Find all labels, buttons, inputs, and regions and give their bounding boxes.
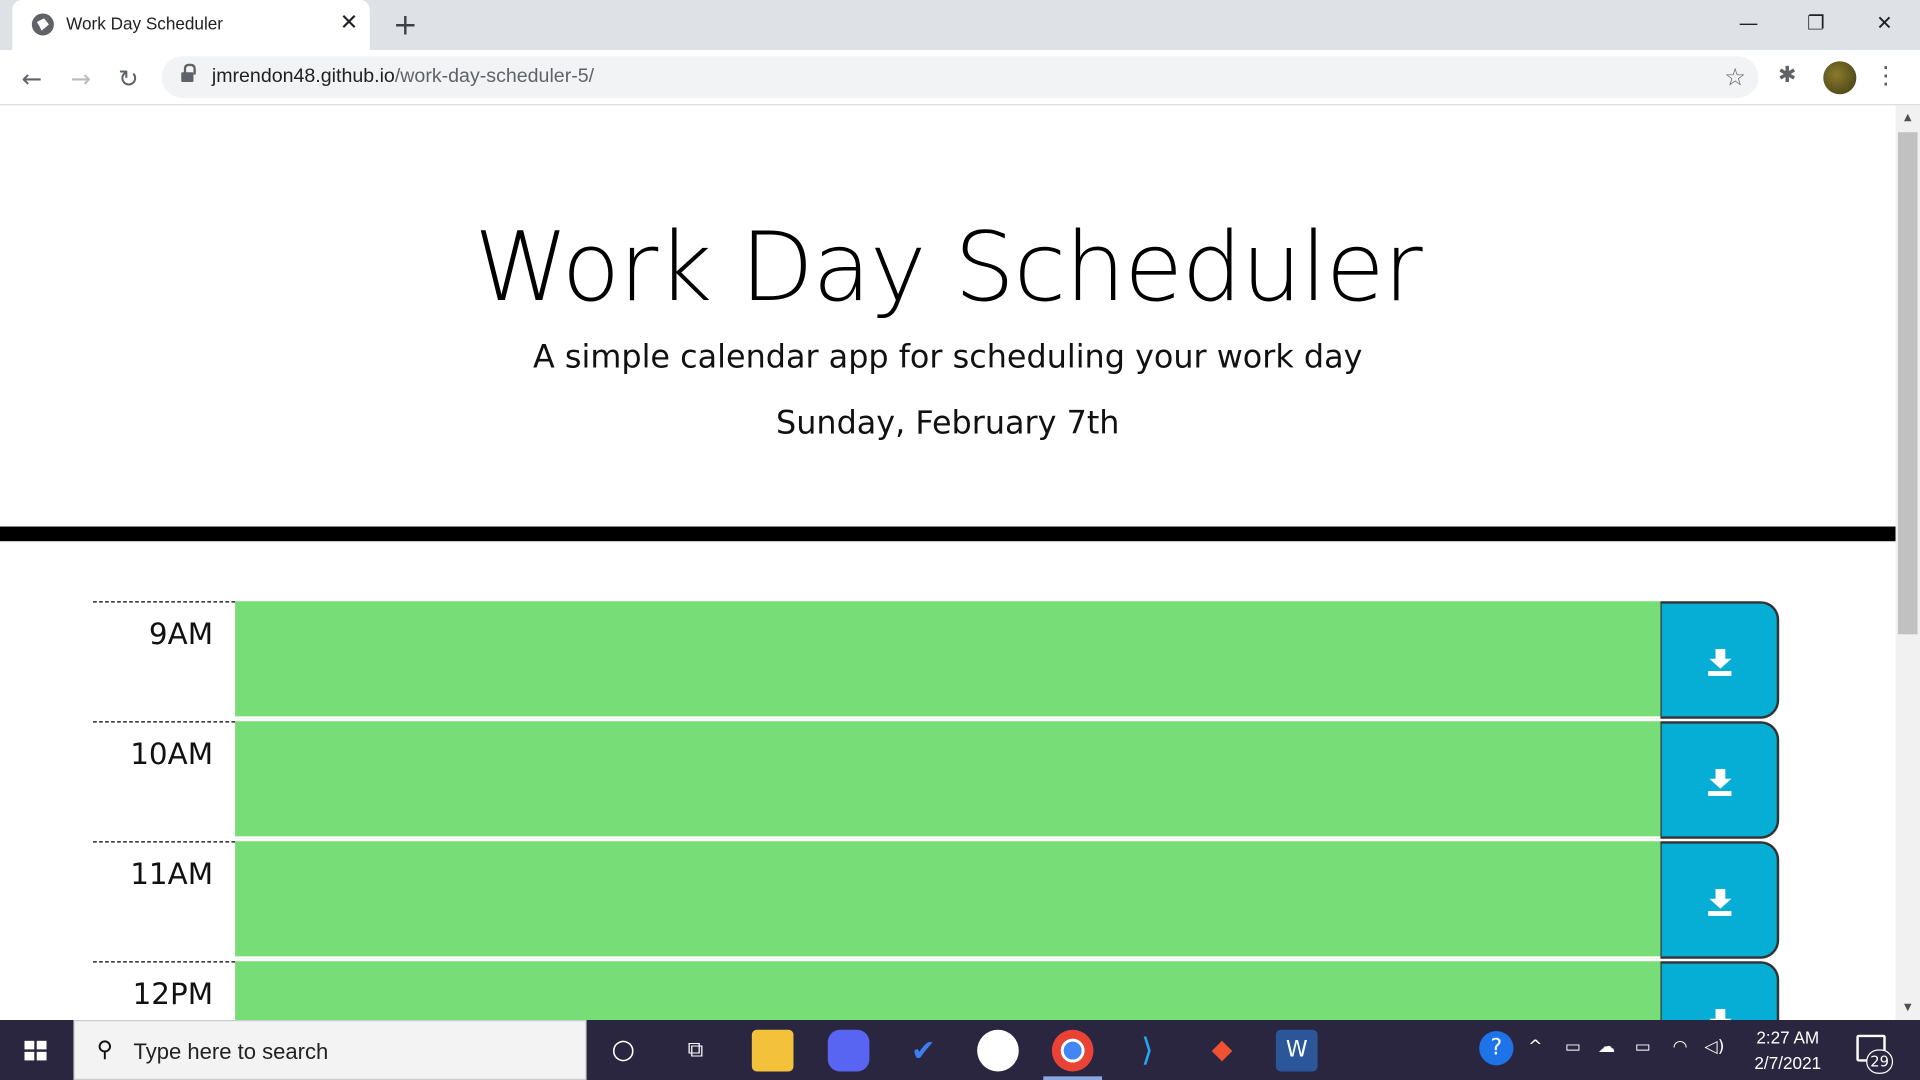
scroll-thumb[interactable] xyxy=(1897,132,1918,635)
vscode-icon[interactable]: ⟩ xyxy=(1127,1030,1169,1072)
save-button[interactable] xyxy=(1660,841,1780,959)
scroll-up-icon[interactable]: ▲ xyxy=(1896,108,1920,128)
page-viewport: Work Day Scheduler A simple calendar app… xyxy=(0,105,1896,1021)
event-textarea[interactable] xyxy=(235,961,1661,1021)
start-button[interactable] xyxy=(0,1020,71,1080)
hour-label: 11AM xyxy=(93,841,236,961)
system-clock[interactable]: 2:27 AM 2/7/2021 xyxy=(1745,1025,1831,1076)
word-icon[interactable]: W xyxy=(1275,1029,1318,1072)
bookmark-star-icon[interactable]: ☆ xyxy=(1724,62,1746,91)
tab-strip: Work Day Scheduler ✕ + — ❐ ✕ xyxy=(0,0,1920,51)
jumbotron: Work Day Scheduler A simple calendar app… xyxy=(0,105,1896,542)
url-text[interactable]: jmrendon48.github.io/work-day-scheduler-… xyxy=(212,66,594,88)
time-block: 11AM xyxy=(93,841,1780,961)
address-bar[interactable]: jmrendon48.github.io/work-day-scheduler-… xyxy=(161,56,1759,98)
clock-time: 2:27 AM xyxy=(1756,1027,1820,1047)
time-block: 9AM xyxy=(93,601,1780,721)
tab-close-icon[interactable]: ✕ xyxy=(336,10,363,37)
hour-label: 9AM xyxy=(93,601,236,721)
hour-label: 12PM xyxy=(93,961,236,1020)
search-icon: ⚲ xyxy=(96,1037,113,1063)
file-explorer-icon[interactable] xyxy=(751,1029,794,1072)
save-button[interactable] xyxy=(1660,961,1780,1021)
chevron-up-icon[interactable]: ^ xyxy=(1528,1037,1542,1057)
browser-tab[interactable]: Work Day Scheduler ✕ xyxy=(12,0,370,51)
todo-icon[interactable]: ✔ xyxy=(902,1030,944,1072)
time-block: 12PM xyxy=(93,961,1780,1021)
save-button[interactable] xyxy=(1660,721,1780,839)
notification-badge: 29 xyxy=(1866,1049,1894,1074)
minimize-button[interactable]: — xyxy=(1720,5,1776,42)
lock-icon xyxy=(181,63,196,84)
tab-title: Work Day Scheduler xyxy=(66,13,224,34)
page-scrollbar[interactable]: ▲ ▼ xyxy=(1895,105,1920,1021)
git-icon[interactable]: ◆ xyxy=(1201,1030,1243,1072)
globe-icon xyxy=(31,13,54,36)
new-tab-button[interactable]: + xyxy=(389,9,421,41)
wifi-icon[interactable]: ◠ xyxy=(1673,1037,1688,1057)
taskbar: ⚲ Type here to search ○ ⧉ ✔ ⟩ ◆ W ? ^ ▭ … xyxy=(0,1020,1920,1080)
save-button[interactable] xyxy=(1660,601,1780,719)
slack-icon[interactable] xyxy=(977,1029,1019,1072)
profile-avatar[interactable] xyxy=(1823,61,1857,95)
browser-toolbar: ← → ↻ jmrendon48.github.io/work-day-sche… xyxy=(0,50,1920,106)
meet-icon[interactable]: ▭ xyxy=(1565,1037,1581,1057)
extensions-icon[interactable]: ✱ xyxy=(1778,62,1796,88)
active-app-indicator xyxy=(1043,1076,1103,1080)
hour-label: 10AM xyxy=(93,721,236,841)
forward-icon[interactable]: → xyxy=(64,61,98,95)
restore-button[interactable]: ❐ xyxy=(1788,5,1844,42)
cortana-icon[interactable]: ○ xyxy=(602,1030,644,1072)
task-view-icon[interactable]: ⧉ xyxy=(675,1030,717,1072)
page-title: Work Day Scheduler xyxy=(474,213,1423,324)
chrome-icon[interactable] xyxy=(1051,1029,1094,1072)
battery-icon[interactable]: ▭ xyxy=(1635,1037,1651,1057)
scroll-down-icon[interactable]: ▼ xyxy=(1896,998,1920,1018)
event-textarea[interactable] xyxy=(235,841,1661,959)
download-icon xyxy=(1708,1008,1732,1021)
discord-icon[interactable] xyxy=(827,1029,870,1072)
help-icon[interactable]: ? xyxy=(1479,1031,1514,1066)
close-window-button[interactable]: ✕ xyxy=(1856,5,1912,42)
time-block: 10AM xyxy=(93,721,1780,841)
current-day: Sunday, February 7th xyxy=(776,405,1120,443)
event-textarea[interactable] xyxy=(235,721,1661,839)
search-placeholder: Type here to search xyxy=(133,1039,329,1065)
page-lead: A simple calendar app for scheduling you… xyxy=(533,339,1363,376)
windows-icon xyxy=(24,1040,47,1061)
taskbar-search[interactable]: ⚲ Type here to search xyxy=(73,1020,587,1080)
volume-icon[interactable]: ◁) xyxy=(1705,1037,1725,1057)
menu-icon[interactable]: ⋮ xyxy=(1873,60,1897,89)
time-blocks: 9AM 10AM 11AM 12PM xyxy=(93,601,1780,1021)
reload-icon[interactable]: ↻ xyxy=(111,61,145,95)
clock-date: 2/7/2021 xyxy=(1754,1053,1822,1073)
back-icon[interactable]: ← xyxy=(15,61,49,95)
event-textarea[interactable] xyxy=(235,601,1661,719)
onedrive-icon[interactable]: ☁ xyxy=(1598,1037,1615,1057)
